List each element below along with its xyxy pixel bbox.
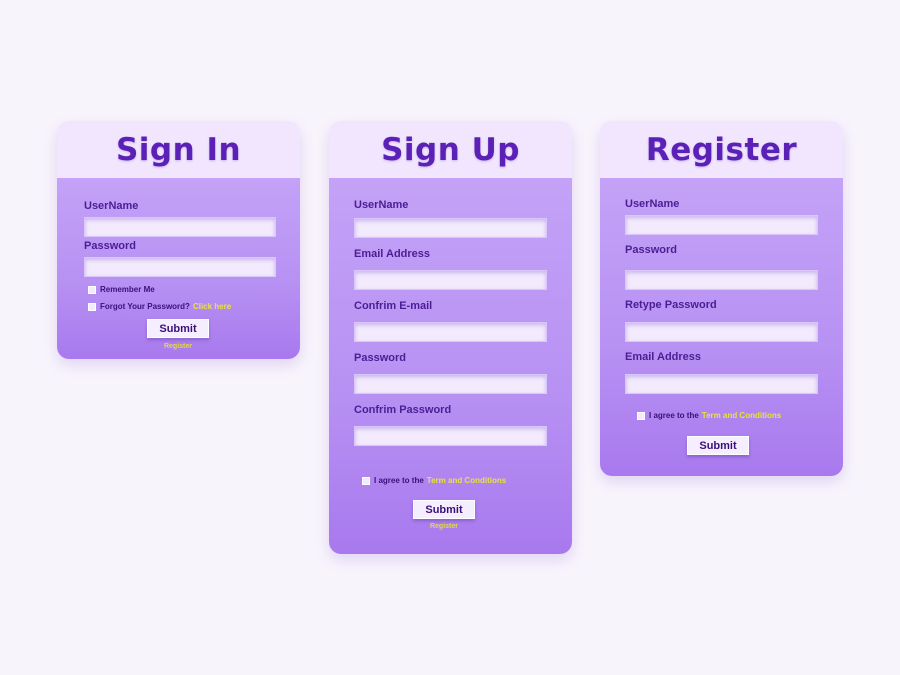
- remember-me-checkbox[interactable]: [88, 285, 96, 294]
- username-label: UserName: [84, 200, 139, 212]
- terms-link[interactable]: Term and Conditions: [702, 411, 781, 420]
- register-body: UserName Password Retype Password Email …: [600, 178, 843, 476]
- confirm-email-field[interactable]: [354, 322, 547, 342]
- retype-password-label: Retype Password: [625, 299, 717, 311]
- email-field[interactable]: [625, 374, 818, 394]
- agree-label: I agree to the: [374, 476, 424, 485]
- remember-me-row: Remember Me: [88, 285, 155, 294]
- confirm-password-field[interactable]: [354, 426, 547, 446]
- remember-me-label: Remember Me: [100, 285, 155, 294]
- terms-row: I agree to the Term and Conditions: [362, 476, 506, 485]
- username-label: UserName: [354, 199, 409, 211]
- terms-checkbox[interactable]: [362, 476, 370, 485]
- confirm-email-label: Confrim E-mail: [354, 300, 433, 312]
- signup-card: Sign Up UserName Email Address Confrim E…: [329, 121, 572, 554]
- email-label: Email Address: [625, 351, 702, 363]
- password-label: Password: [354, 352, 406, 364]
- confirm-password-label: Confrim Password: [354, 404, 452, 416]
- password-label: Password: [84, 240, 136, 252]
- signup-body: UserName Email Address Confrim E-mail Pa…: [329, 178, 572, 554]
- password-field[interactable]: [354, 374, 547, 394]
- username-label: UserName: [625, 198, 680, 210]
- terms-checkbox[interactable]: [637, 411, 645, 420]
- username-field[interactable]: [84, 217, 276, 237]
- signin-header: Sign In: [57, 121, 300, 178]
- forgot-password-checkbox[interactable]: [88, 302, 96, 311]
- register-header: Register: [600, 121, 843, 178]
- signin-register-link[interactable]: Register: [147, 343, 209, 350]
- signup-register-link[interactable]: Register: [413, 523, 475, 530]
- click-here-link[interactable]: Click here: [193, 302, 231, 311]
- password-field[interactable]: [625, 270, 818, 290]
- agree-label: I agree to the: [649, 411, 699, 420]
- username-field[interactable]: [625, 215, 818, 235]
- signup-header: Sign Up: [329, 121, 572, 178]
- terms-row: I agree to the Term and Conditions: [637, 411, 781, 420]
- signup-submit-button[interactable]: Submit: [413, 500, 475, 519]
- password-label: Password: [625, 244, 677, 256]
- register-card: Register UserName Password Retype Passwo…: [600, 121, 843, 476]
- signup-title: Sign Up: [381, 131, 520, 168]
- email-label: Email Address: [354, 248, 431, 260]
- register-submit-button[interactable]: Submit: [687, 436, 749, 455]
- forgot-password-label: Forgot Your Password?: [100, 302, 190, 311]
- forgot-password-row: Forgot Your Password? Click here: [88, 302, 231, 311]
- signin-title: Sign In: [115, 131, 242, 168]
- signin-submit-button[interactable]: Submit: [147, 319, 209, 338]
- username-field[interactable]: [354, 218, 547, 238]
- register-title: Register: [645, 131, 798, 168]
- retype-password-field[interactable]: [625, 322, 818, 342]
- email-field[interactable]: [354, 270, 547, 290]
- terms-link[interactable]: Term and Conditions: [427, 476, 506, 485]
- signin-body: UserName Password Remember Me Forgot You…: [57, 178, 300, 359]
- signin-card: Sign In UserName Password Remember Me Fo…: [57, 121, 300, 359]
- password-field[interactable]: [84, 257, 276, 277]
